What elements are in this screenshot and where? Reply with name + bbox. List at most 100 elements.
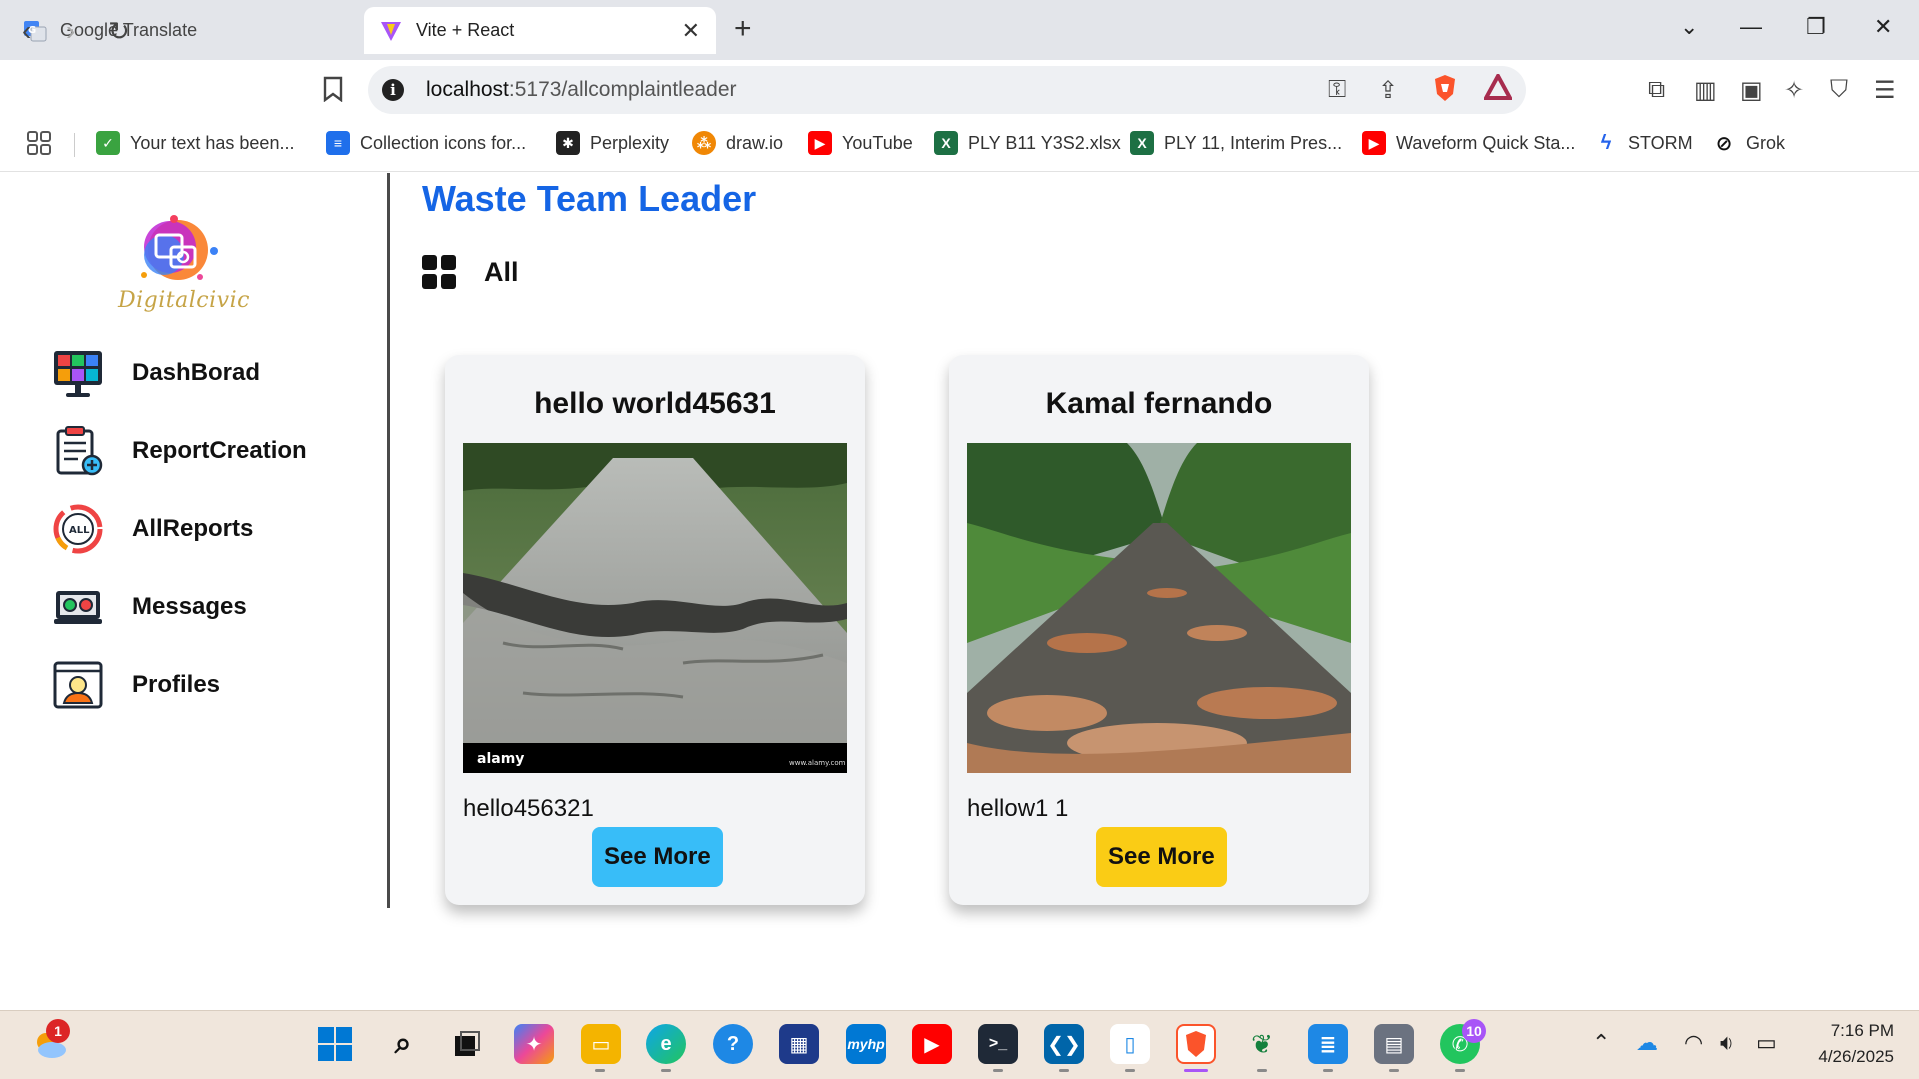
complaint-card: hello world45631 alamy www.alamy.com hel…	[445, 355, 865, 905]
brave-rewards-icon[interactable]	[1482, 71, 1514, 107]
terminal-icon[interactable]: >_	[978, 1024, 1018, 1064]
perplexity-icon: ✱	[556, 131, 580, 155]
filter-label: All	[484, 256, 519, 287]
running-indicator	[661, 1069, 671, 1072]
logo-text: Digitalcivic	[118, 288, 250, 313]
tab-vite-react[interactable]: Vite + React ✕	[364, 7, 716, 54]
lightning-icon: ϟ	[1600, 131, 1612, 154]
bookmark-item[interactable]: ▶ YouTube	[808, 128, 913, 158]
sidebar-item-report-creation[interactable]: ReportCreation	[52, 423, 352, 479]
bookmark-item[interactable]: ✓ Your text has been...	[96, 128, 294, 158]
tab-list-chevron-icon[interactable]: ⌄	[1680, 14, 1698, 40]
bookmark-item[interactable]: ⁂ draw.io	[692, 128, 783, 158]
tab-google-translate[interactable]: G Google Translate	[14, 7, 354, 54]
bookmark-item[interactable]: X PLY 11, Interim Pres...	[1130, 128, 1342, 158]
bookmark-item[interactable]: ▶ Waveform Quick Sta...	[1362, 128, 1575, 158]
notepad-icon[interactable]: ≣	[1308, 1024, 1348, 1064]
sidebar-item-label: DashBorad	[132, 359, 261, 386]
task-view-icon[interactable]	[447, 1024, 487, 1064]
sidebar-toggle-icon[interactable]: ▥	[1694, 76, 1717, 105]
new-tab-button[interactable]: +	[734, 12, 752, 46]
all-reports-icon: ALL	[52, 503, 104, 555]
running-indicator	[1125, 1069, 1135, 1072]
system-clock[interactable]: 7:16 PM 4/26/2025	[1818, 1018, 1894, 1070]
reload-icon[interactable]: ↻	[108, 16, 130, 47]
vscode-icon[interactable]: ❮❯	[1044, 1024, 1084, 1064]
bookmark-item[interactable]: ≡ Collection icons for...	[326, 128, 526, 158]
leo-ai-icon[interactable]: ✧	[1784, 76, 1804, 105]
windows-start-icon[interactable]	[315, 1024, 355, 1064]
page-title: Waste Team Leader	[422, 178, 757, 219]
running-indicator	[595, 1069, 605, 1072]
file-explorer-icon[interactable]: ▭	[581, 1024, 621, 1064]
back-arrow-icon[interactable]: ‹	[22, 15, 31, 47]
notepad-app-icon[interactable]: ▯	[1110, 1024, 1150, 1064]
dashboard-monitor-icon	[52, 347, 104, 399]
youtube-app-icon[interactable]: ▶	[912, 1024, 952, 1064]
filter-all[interactable]: All	[422, 255, 519, 289]
bookmark-item[interactable]: X PLY B11 Y3S2.xlsx	[934, 128, 1121, 158]
see-more-button[interactable]: See More	[592, 827, 723, 887]
minimize-icon[interactable]: —	[1740, 14, 1762, 40]
drawio-icon: ⁂	[692, 131, 716, 155]
forward-arrow-icon[interactable]: ›	[66, 15, 75, 47]
damaged-road-image: alamy www.alamy.com	[463, 443, 847, 773]
microsoft-store-icon[interactable]: ▦	[779, 1024, 819, 1064]
menu-icon[interactable]: ☰	[1874, 76, 1896, 105]
extensions-icon[interactable]: ⧉	[1648, 76, 1665, 104]
close-tab-icon[interactable]: ✕	[682, 18, 700, 44]
card-title: hello world45631	[534, 387, 776, 420]
windows-taskbar	[0, 1010, 1919, 1079]
onedrive-cloud-icon[interactable]: ☁	[1636, 1030, 1658, 1056]
whatsapp-badge: 10	[1462, 1019, 1486, 1043]
running-indicator	[993, 1069, 1003, 1072]
vpn-shield-icon[interactable]: ⛉	[1830, 76, 1848, 104]
sidebar-item-all-reports[interactable]: ALL AllReports	[52, 501, 352, 557]
wallet-icon[interactable]: ▣	[1740, 76, 1763, 105]
myhp-icon[interactable]: myhp	[846, 1024, 886, 1064]
calculator-icon[interactable]: ▤	[1374, 1024, 1414, 1064]
profile-card-icon	[52, 659, 104, 711]
restore-icon[interactable]: ❐	[1806, 14, 1826, 40]
running-indicator	[1389, 1069, 1399, 1072]
url-text[interactable]: localhost:5173/allcomplaintleader	[426, 78, 737, 102]
share-icon[interactable]: ⇪	[1378, 76, 1398, 105]
doc-icon: ≡	[326, 131, 350, 155]
running-indicator	[1323, 1069, 1333, 1072]
volume-icon[interactable]: 🔉︎	[1720, 1030, 1734, 1056]
mongodb-icon[interactable]: ❦	[1242, 1024, 1282, 1064]
bookmark-page-icon[interactable]	[322, 76, 344, 109]
show-hidden-icons-chevron-icon[interactable]: ⌃	[1592, 1030, 1610, 1056]
running-indicator	[1257, 1069, 1267, 1072]
svg-text:ALL: ALL	[69, 525, 90, 536]
sidebar-item-dashboard[interactable]: DashBorad	[52, 345, 352, 401]
edge-icon[interactable]: e	[646, 1024, 686, 1064]
copilot-icon[interactable]: ✦	[514, 1024, 554, 1064]
bookmark-item[interactable]: ϟ STORM	[1594, 128, 1693, 158]
sidebar-item-label: Messages	[132, 593, 247, 620]
running-indicator	[1455, 1069, 1465, 1072]
sidebar-item-profiles[interactable]: Profiles	[52, 657, 352, 713]
apps-grid-icon[interactable]	[26, 128, 52, 158]
see-more-button[interactable]: See More	[1096, 827, 1227, 887]
close-window-icon[interactable]: ✕	[1874, 14, 1892, 40]
bookmark-item[interactable]: ✱ Perplexity	[556, 128, 669, 158]
sidebar-item-label: Profiles	[132, 671, 221, 698]
sidebar-item-messages[interactable]: Messages	[52, 579, 352, 635]
search-icon[interactable]: ⌕	[383, 1024, 423, 1064]
image-url-note: www.alamy.com	[789, 759, 846, 767]
grid-icon	[422, 255, 456, 289]
bookmark-item[interactable]: ⊘ Grok	[1712, 128, 1785, 158]
brave-shield-icon[interactable]	[1432, 74, 1458, 109]
youtube-icon: ▶	[808, 131, 832, 155]
complaint-card: Kamal fernando hellow1 1 See More	[949, 355, 1369, 905]
battery-icon[interactable]: ▭	[1756, 1030, 1777, 1056]
key-icon[interactable]: ⚿	[1328, 76, 1346, 104]
youtube-icon: ▶	[1362, 131, 1386, 155]
help-icon[interactable]: ?	[713, 1024, 753, 1064]
brave-browser-icon[interactable]	[1176, 1024, 1216, 1064]
wifi-icon[interactable]: ◠	[1684, 1030, 1703, 1056]
weather-badge: 1	[46, 1019, 70, 1043]
site-info-icon[interactable]: i	[382, 79, 404, 101]
card-description: hellow1 1	[967, 795, 1069, 822]
